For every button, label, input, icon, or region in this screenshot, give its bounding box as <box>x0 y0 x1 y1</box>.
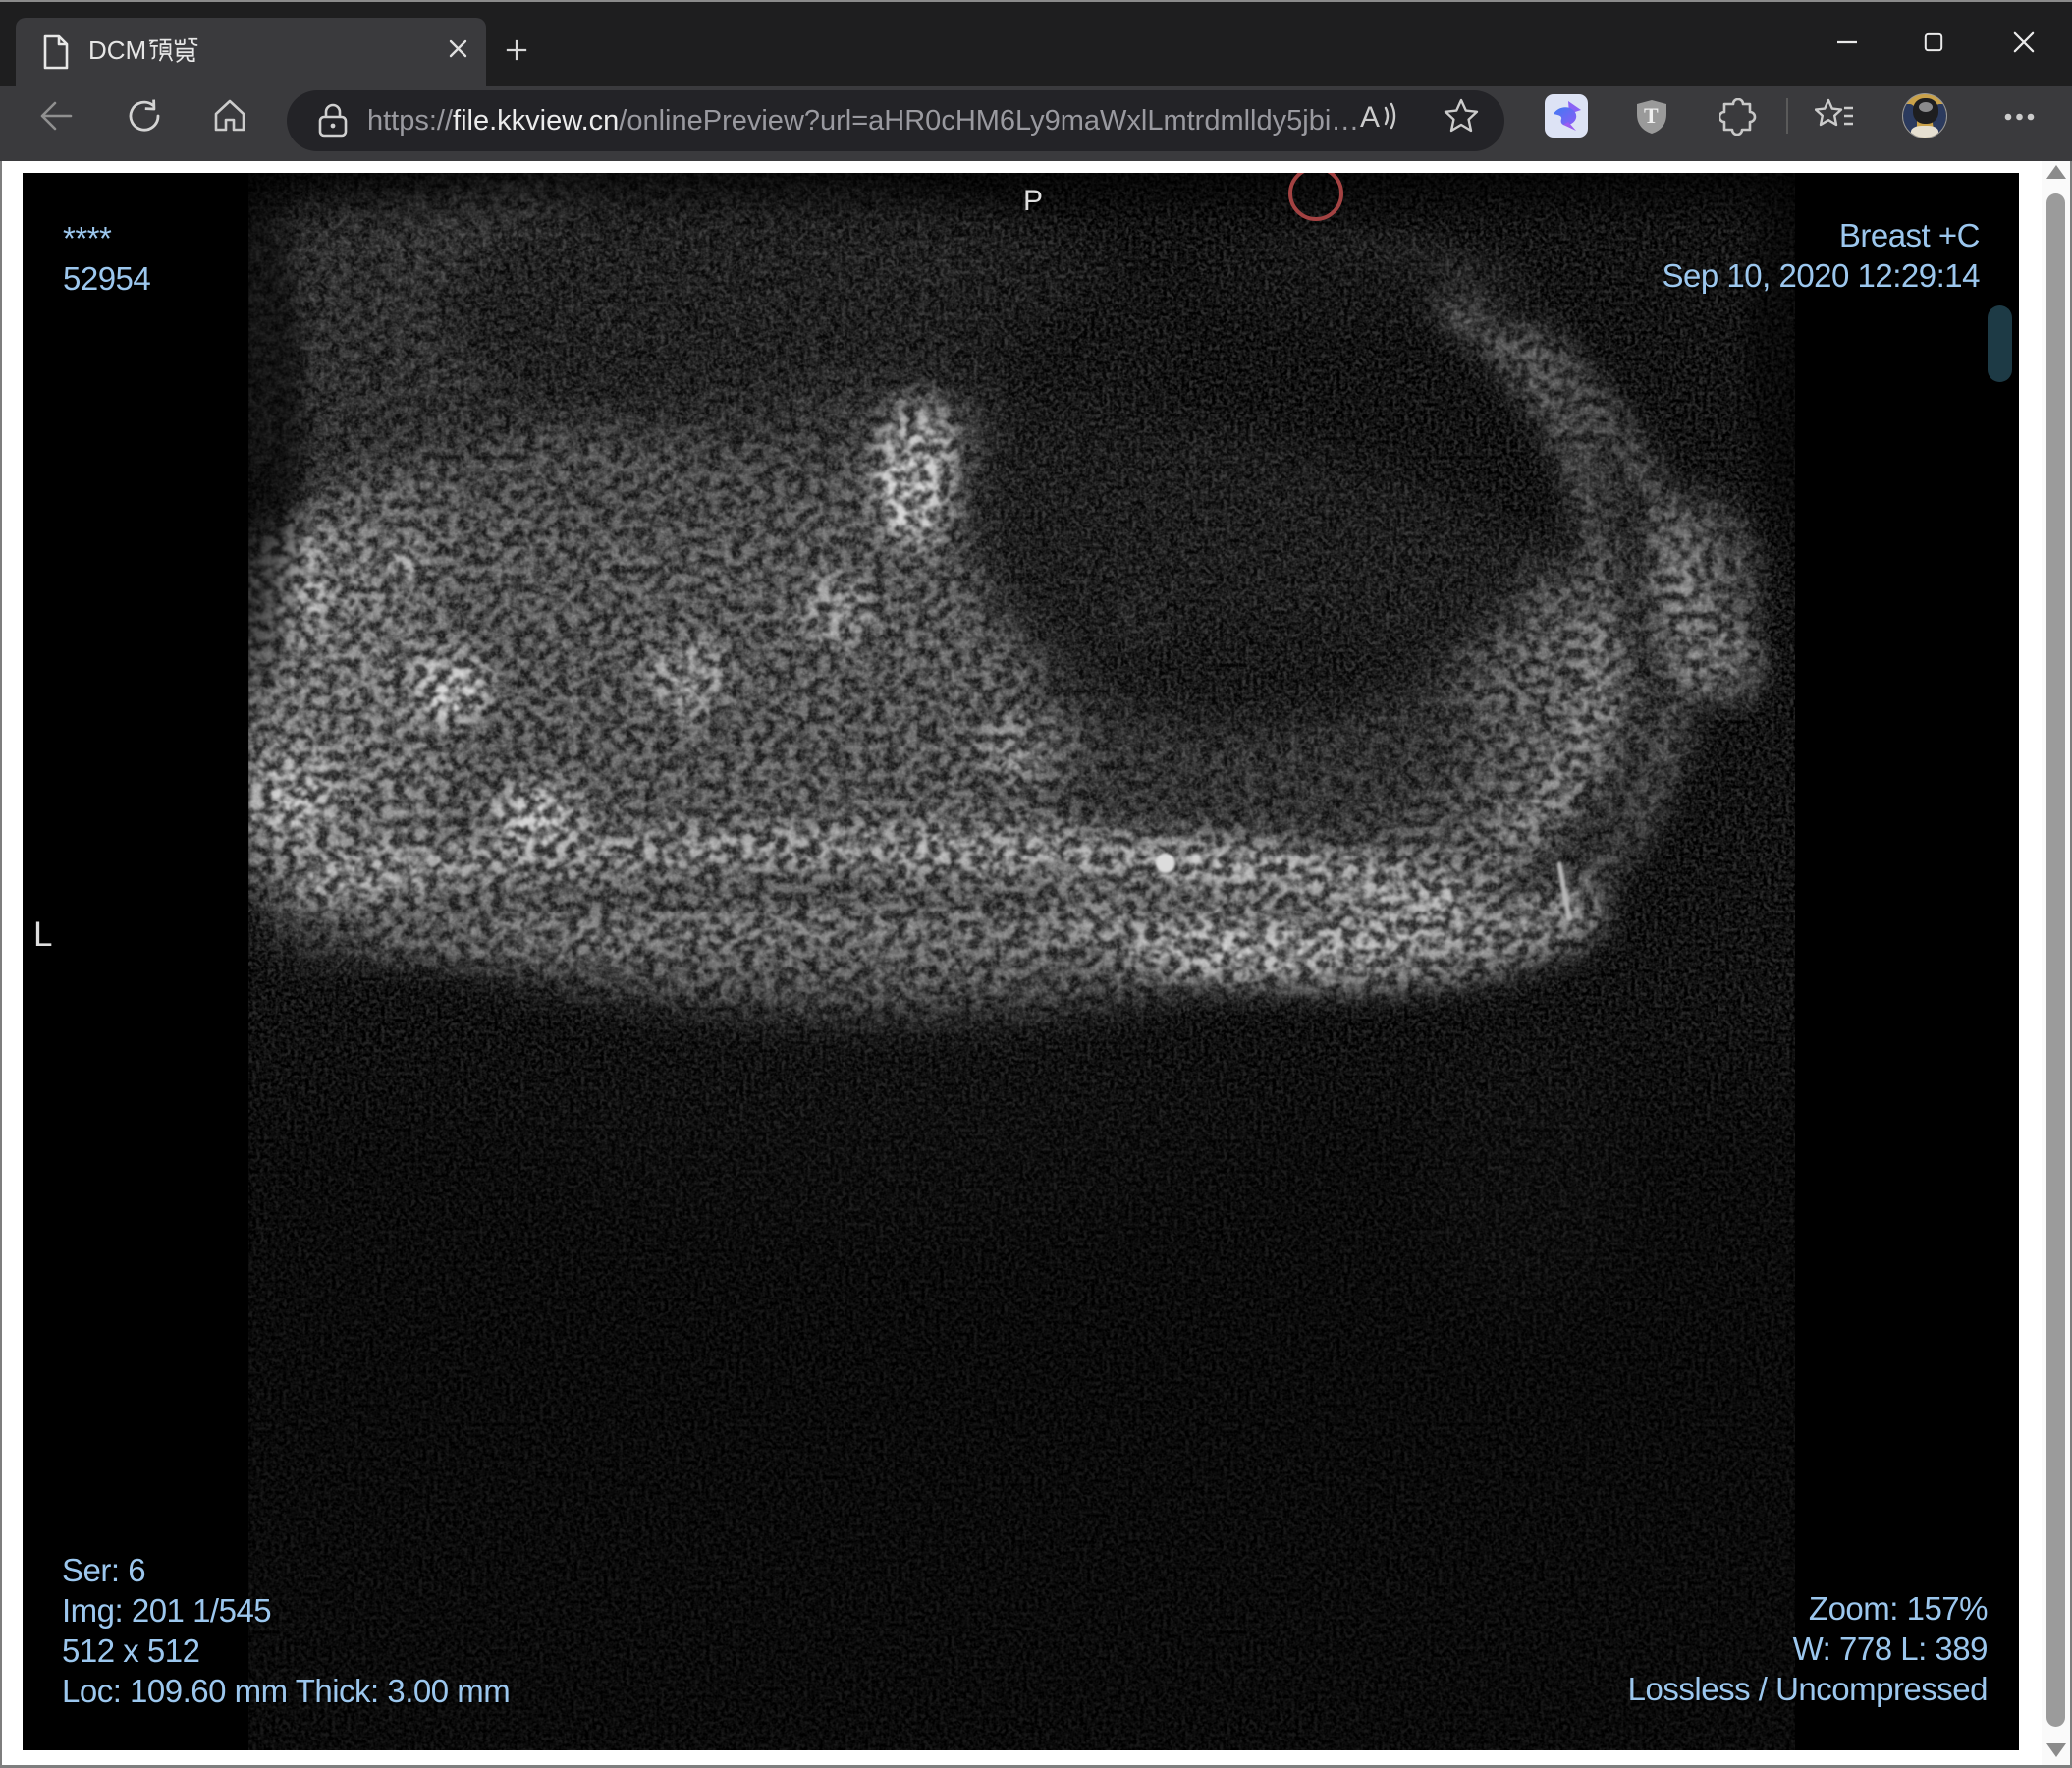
svg-text:A: A <box>1360 101 1380 134</box>
svg-text:T: T <box>1644 103 1659 128</box>
